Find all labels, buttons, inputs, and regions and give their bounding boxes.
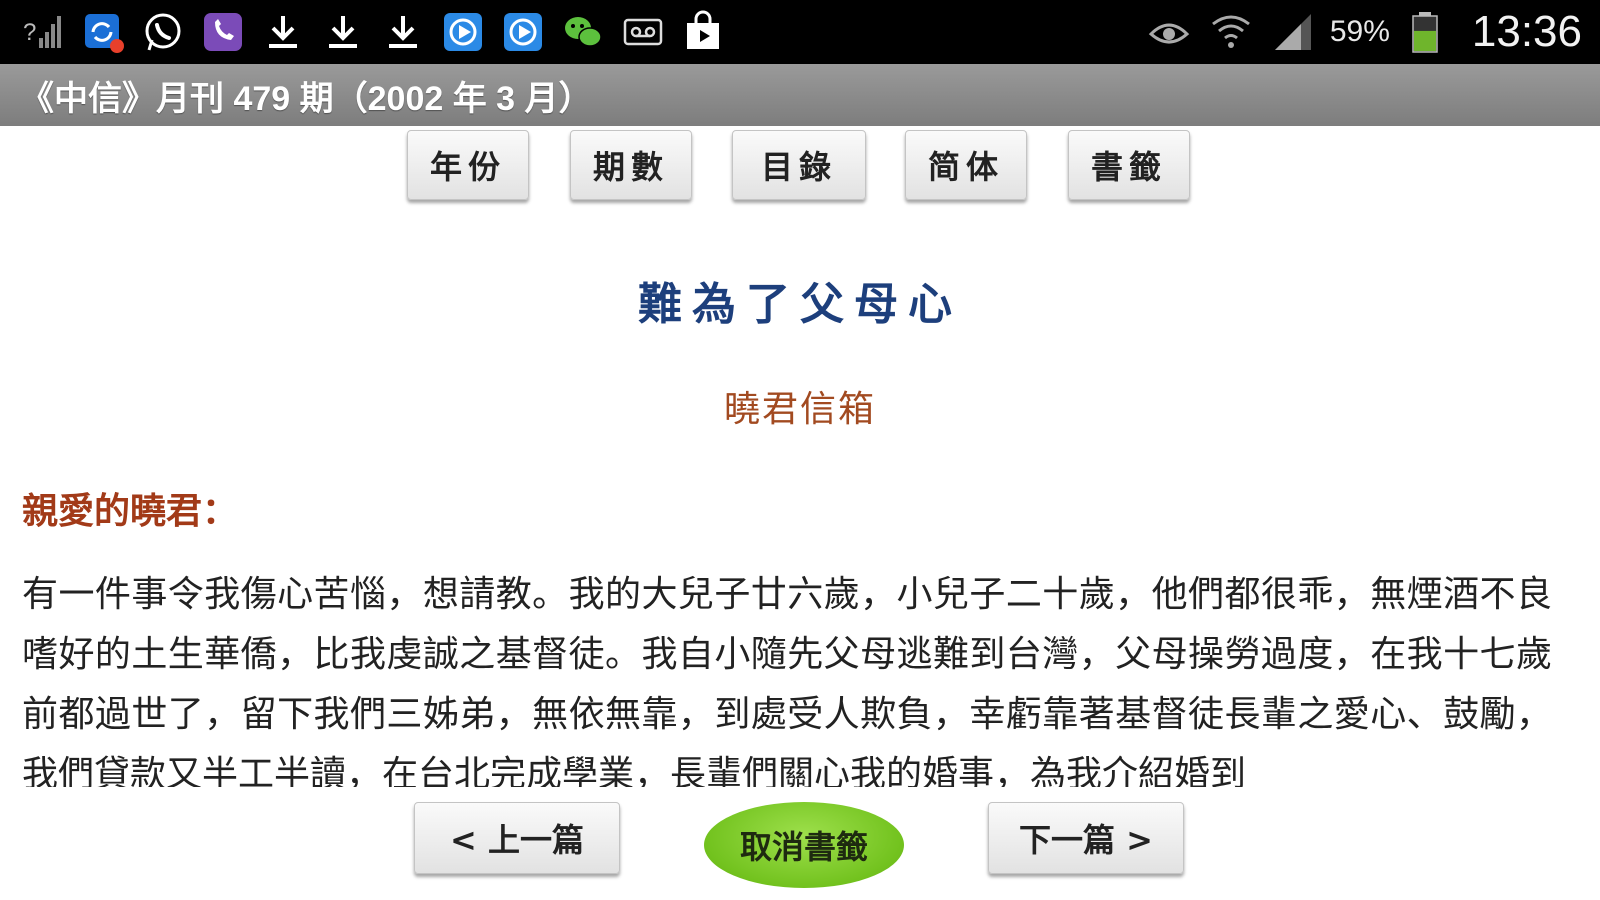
media-player-icon: [438, 7, 488, 57]
voicemail-icon: [618, 7, 668, 57]
previous-article-button[interactable]: < 上一篇: [414, 802, 620, 874]
page-title: 《中信》月刊 479 期（2002 年 3 月）: [20, 79, 593, 118]
app-title-bar: 《中信》月刊 479 期（2002 年 3 月）: [0, 64, 1600, 126]
next-article-button[interactable]: 下一篇 >: [988, 802, 1184, 874]
simplified-chinese-button[interactable]: 简体: [905, 130, 1027, 200]
cell-signal-icon: [1268, 7, 1318, 57]
download-icon: [258, 7, 308, 57]
eye-icon: [1144, 7, 1194, 57]
sync-notification-icon: [78, 7, 128, 57]
article-body: 有一件事令我傷心苦惱，想請教。我的大兒子廿六歲，小兒子二十歲，他們都很乖，無煙酒…: [22, 574, 1552, 787]
battery-icon: [1402, 7, 1452, 57]
download-icon: [318, 7, 368, 57]
whatsapp-icon: [138, 7, 188, 57]
contents-button[interactable]: 目錄: [732, 130, 866, 200]
battery-percentage: 59%: [1329, 15, 1390, 48]
viber-icon: [198, 7, 248, 57]
year-button[interactable]: 年份: [407, 130, 529, 200]
issue-button[interactable]: 期數: [570, 130, 692, 200]
system-icons: 59% 13:36: [1144, 6, 1582, 58]
media-player-icon: [498, 7, 548, 57]
wechat-icon: [558, 7, 608, 57]
notification-icons: ?: [18, 6, 728, 58]
bookmark-button[interactable]: 書籤: [1068, 130, 1190, 200]
article-author: 曉君信箱: [723, 389, 876, 430]
shopping-bag-icon: [678, 7, 728, 57]
svg-text:?: ?: [23, 19, 36, 46]
article-body-scroll[interactable]: 有一件事令我傷心苦惱，想請教。我的大兒子廿六歲，小兒子二十歲，他們都很乖，無煙酒…: [22, 565, 1552, 787]
download-icon: [378, 7, 428, 57]
clock: 13:36: [1471, 7, 1582, 56]
status-bar: ? 59% 13:36: [0, 0, 1600, 64]
article-title: 難為了父母心: [638, 279, 962, 330]
signal-question-icon: ?: [18, 7, 68, 57]
cancel-bookmark-button[interactable]: 取消書籤: [704, 802, 904, 888]
salutation: 親愛的曉君：: [22, 491, 239, 532]
wifi-icon: [1206, 7, 1256, 57]
